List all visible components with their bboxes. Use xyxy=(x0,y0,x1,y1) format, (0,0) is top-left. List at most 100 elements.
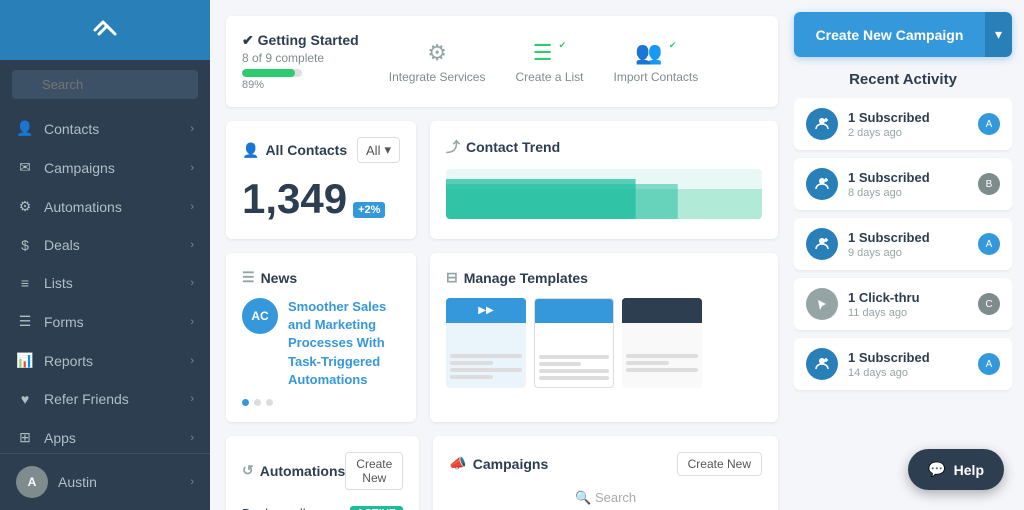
subscribe-icon xyxy=(806,348,838,380)
sidebar-item-reports[interactable]: 📊 Reports › xyxy=(0,341,210,380)
sidebar-item-label: Contacts xyxy=(44,121,99,137)
card-header: ⤴ Contact Trend xyxy=(446,137,762,157)
gear-icon: ⚙ xyxy=(427,40,447,66)
help-button[interactable]: 💬 Help xyxy=(908,449,1004,490)
news-dot-1[interactable] xyxy=(242,399,249,406)
sidebar-item-campaigns[interactable]: ✉ Campaigns › xyxy=(0,148,210,187)
news-card: ☰ News AC Smoother Sales and Marketing P… xyxy=(226,253,416,422)
sidebar-item-label: Deals xyxy=(44,237,80,253)
import-icon: 👥 ✔ xyxy=(635,40,676,66)
automations-icon: ⚙ xyxy=(16,198,34,215)
contacts-count: 1,349 +2% xyxy=(242,175,400,223)
activity-time: 8 days ago xyxy=(848,187,968,199)
sidebar-item-label: Apps xyxy=(44,430,76,446)
sidebar-item-lists[interactable]: ≡ Lists › xyxy=(0,264,210,302)
growth-badge: +2% xyxy=(353,202,385,218)
chevron-right-icon: › xyxy=(190,162,194,174)
news-content: AC Smoother Sales and Marketing Processe… xyxy=(242,298,400,389)
activity-type: 1 Subscribed xyxy=(848,170,968,185)
create-new-campaign-button[interactable]: Create New Campaign xyxy=(794,12,985,57)
sidebar-item-label: Reports xyxy=(44,353,93,369)
gs-progress-fill xyxy=(242,69,295,77)
subscribe-icon xyxy=(806,108,838,140)
speech-bubble-icon: 💬 xyxy=(928,461,945,478)
refer-icon: ♥ xyxy=(16,391,34,407)
reports-icon: 📊 xyxy=(16,352,34,369)
user-profile[interactable]: A Austin › xyxy=(0,453,210,510)
activity-item: 1 Subscribed 8 days ago B xyxy=(794,158,1012,210)
lists-icon: ≡ xyxy=(16,275,34,291)
template-thumb-2[interactable] xyxy=(534,298,614,388)
activity-type: 1 Subscribed xyxy=(848,230,968,245)
sidebar: 🔍 👤 Contacts › ✉ Campaigns › ⚙ Automatio… xyxy=(0,0,210,510)
recent-activity-title: Recent Activity xyxy=(794,71,1012,88)
main-content: ✔ Getting Started 8 of 9 complete 89% ⚙ … xyxy=(210,0,794,510)
news-dot-3[interactable] xyxy=(266,399,273,406)
gs-step-create-list[interactable]: ☰ ✔ Create a List xyxy=(515,40,583,84)
template-thumb-1[interactable]: ▶▶ xyxy=(446,298,526,388)
chevron-right-icon: › xyxy=(190,277,194,289)
activity-info: 1 Subscribed 9 days ago xyxy=(848,230,968,259)
card-header: ☰ News xyxy=(242,269,400,286)
news-link[interactable]: Smoother Sales and Marketing Processes W… xyxy=(288,299,386,387)
campaigns-empty: 🔍 Search xyxy=(449,480,762,510)
sidebar-item-label: Automations xyxy=(44,199,122,215)
create-new-campaign-button[interactable]: Create New xyxy=(677,452,762,476)
sidebar-logo[interactable] xyxy=(0,0,210,60)
help-label: Help xyxy=(954,462,984,478)
campaigns-icon: 📣 xyxy=(449,455,466,472)
filter-dropdown[interactable]: All ▾ xyxy=(357,137,400,163)
sidebar-item-automations[interactable]: ⚙ Automations › xyxy=(0,187,210,226)
sidebar-item-refer[interactable]: ♥ Refer Friends › xyxy=(0,380,210,418)
activity-item: 1 Subscribed 14 days ago A xyxy=(794,338,1012,390)
automation-name: Book a call xyxy=(242,506,306,510)
activity-time: 14 days ago xyxy=(848,367,968,379)
activity-item: 1 Subscribed 9 days ago A xyxy=(794,218,1012,270)
templates-grid: ▶▶ xyxy=(446,298,762,388)
activity-time: 11 days ago xyxy=(848,307,968,319)
automations-card: ↺ Automations Create New Book a call ACT… xyxy=(226,436,419,510)
active-badge: ACTIVE xyxy=(350,506,404,510)
gs-subtitle: 8 of 9 complete xyxy=(242,51,359,65)
activity-type: 1 Click-thru xyxy=(848,290,968,305)
chevron-down-icon: ▾ xyxy=(384,142,391,158)
campaigns-card: 📣 Campaigns Create New 🔍 Search xyxy=(433,436,778,510)
news-templates-row: ☰ News AC Smoother Sales and Marketing P… xyxy=(226,253,778,422)
avatar: A xyxy=(16,466,48,498)
avatar: A xyxy=(978,353,1000,375)
activity-info: 1 Subscribed 14 days ago xyxy=(848,350,968,379)
avatar: A xyxy=(978,233,1000,255)
gs-step-label: Import Contacts xyxy=(614,70,699,84)
sidebar-item-deals[interactable]: $ Deals › xyxy=(0,226,210,264)
search-input[interactable] xyxy=(12,70,198,99)
activity-list: 1 Subscribed 2 days ago A 1 Subscribed 8… xyxy=(794,98,1012,498)
all-contacts-card: 👤 All Contacts All ▾ 1,349 +2% xyxy=(226,121,416,239)
gs-step-integrate[interactable]: ⚙ Integrate Services xyxy=(389,40,486,84)
contact-trend-card: ⤴ Contact Trend xyxy=(430,121,778,239)
contacts-icon: 👤 xyxy=(242,142,259,159)
campaigns-icon: ✉ xyxy=(16,159,34,176)
card-title: 📣 Campaigns xyxy=(449,455,548,472)
news-dot-2[interactable] xyxy=(254,399,261,406)
create-campaign-dropdown[interactable]: ▾ xyxy=(985,12,1012,57)
sidebar-item-label: Campaigns xyxy=(44,160,115,176)
clickthru-icon xyxy=(806,288,838,320)
card-title: ⊟ Manage Templates xyxy=(446,269,588,286)
sidebar-item-contacts[interactable]: 👤 Contacts › xyxy=(0,109,210,148)
card-title: ↺ Automations xyxy=(242,462,345,479)
subscribe-icon xyxy=(806,168,838,200)
chevron-right-icon: › xyxy=(190,201,194,213)
sidebar-item-label: Lists xyxy=(44,275,73,291)
sidebar-item-apps[interactable]: ⊞ Apps › xyxy=(0,418,210,453)
activity-item: 1 Click-thru 11 days ago C xyxy=(794,278,1012,330)
search-section: 🔍 xyxy=(0,60,210,109)
template-thumb-3[interactable] xyxy=(622,298,702,388)
sidebar-item-forms[interactable]: ☰ Forms › xyxy=(0,302,210,341)
card-header: 👤 All Contacts All ▾ xyxy=(242,137,400,163)
activity-info: 1 Subscribed 8 days ago xyxy=(848,170,968,199)
gs-step-import[interactable]: 👥 ✔ Import Contacts xyxy=(614,40,699,84)
create-new-automation-button[interactable]: Create New xyxy=(345,452,403,490)
automations-campaigns-row: ↺ Automations Create New Book a call ACT… xyxy=(226,436,778,510)
activity-type: 1 Subscribed xyxy=(848,110,968,125)
contacts-icon: 👤 xyxy=(16,120,34,137)
